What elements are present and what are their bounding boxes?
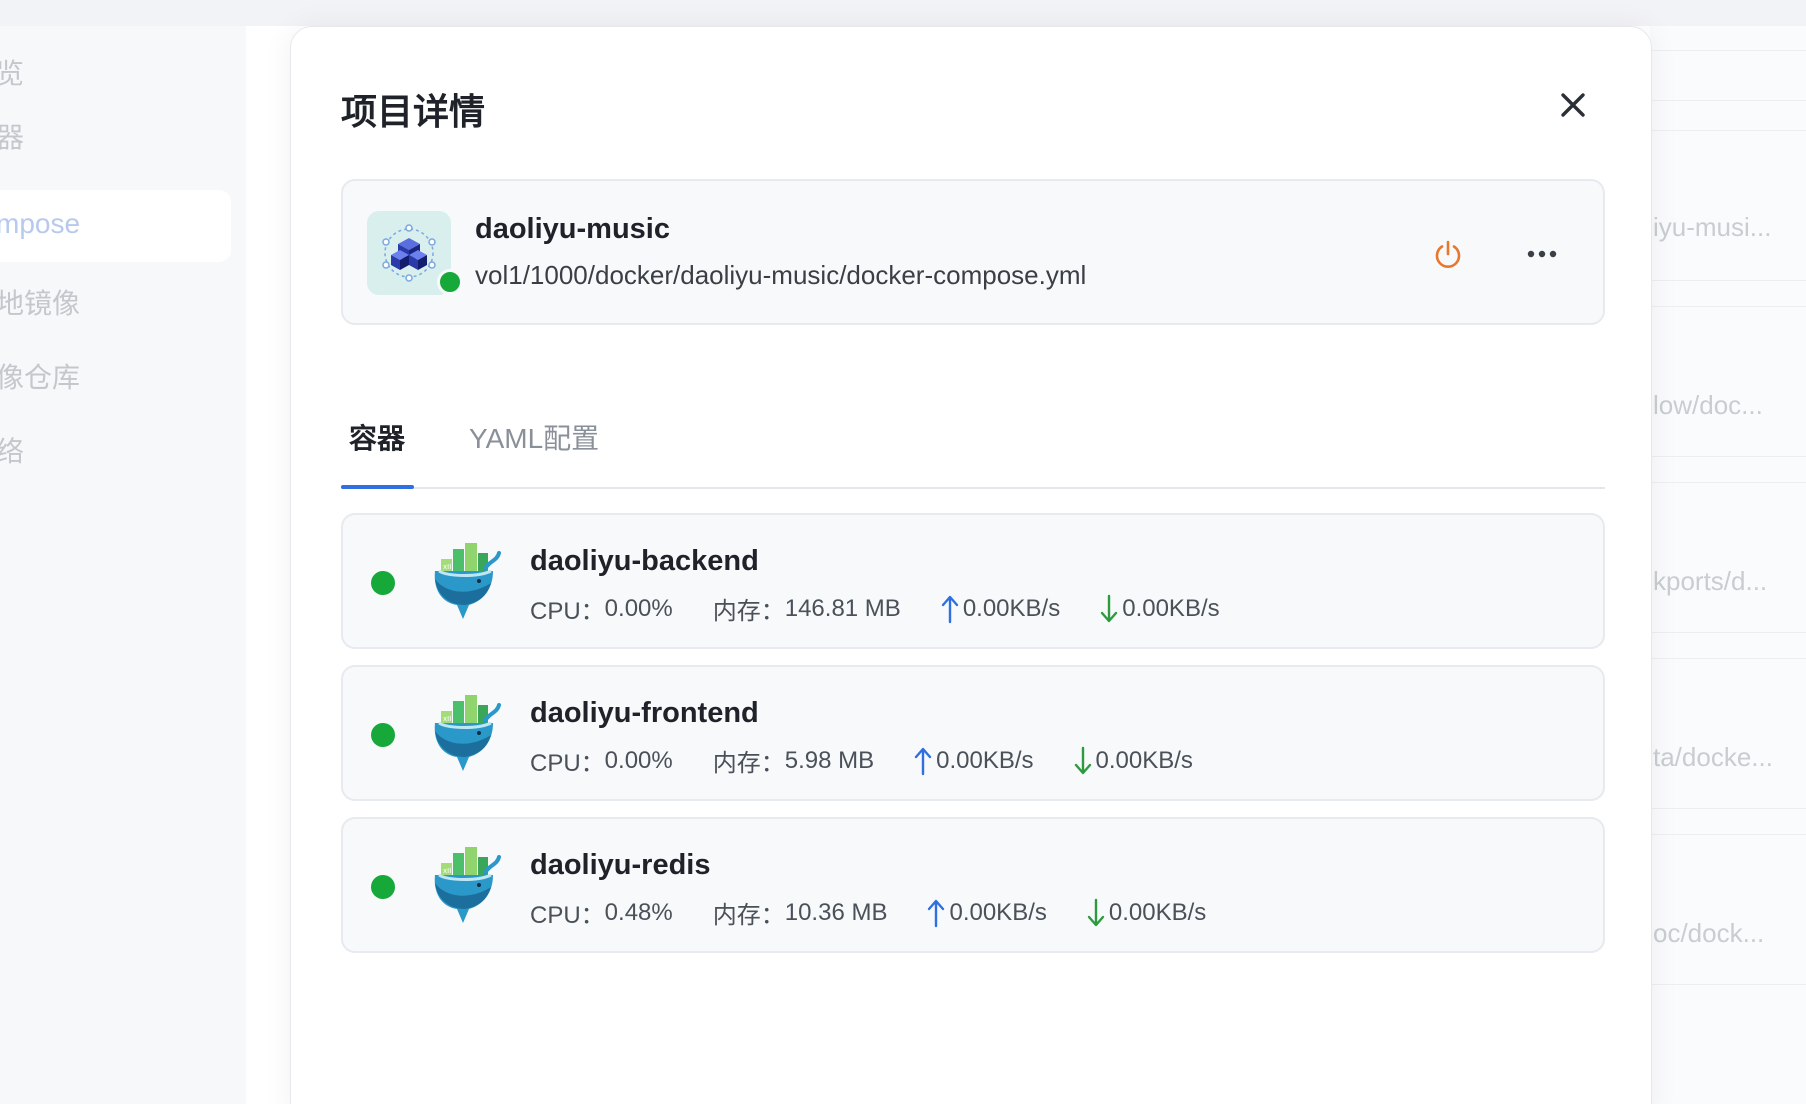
project-summary-card: daoliyu-music vol1/1000/docker/daoliyu-m…	[341, 179, 1605, 325]
cpu-label: CPU：	[530, 750, 605, 777]
upload-speed: 0.00KB/s	[936, 746, 1034, 774]
memory-value: 5.98 MB	[784, 746, 875, 774]
memory-label: 内存：	[712, 598, 785, 625]
background-list-item[interactable]: iyu-musi...	[1653, 212, 1771, 243]
svg-text:xII: xII	[443, 715, 451, 723]
background-row-divider	[1650, 808, 1806, 809]
background-row-divider	[1650, 482, 1806, 483]
power-button[interactable]	[1429, 235, 1467, 273]
active-tab-indicator	[341, 485, 414, 489]
background-row-divider	[1650, 632, 1806, 633]
memory-value: 10.36 MB	[784, 898, 888, 926]
download-speed: 0.00KB/s	[1095, 746, 1193, 774]
container-whale-icon: xII	[434, 543, 501, 619]
container-row[interactable]: xII daoliyu-frontend CPU： 0.00% 内存： 5.98…	[341, 665, 1605, 801]
background-row-divider	[1650, 130, 1806, 131]
cpu-label: CPU：	[530, 902, 605, 929]
upload-arrow-icon	[914, 746, 932, 776]
container-status-indicator	[371, 723, 395, 747]
close-icon	[1561, 93, 1585, 117]
cpu-value: 0.48%	[604, 898, 673, 926]
upload-arrow-icon	[927, 898, 945, 928]
container-name: daoliyu-frontend	[530, 697, 759, 729]
upload-speed: 0.00KB/s	[949, 898, 1047, 926]
tab-yaml-config[interactable]: YAML配置	[469, 417, 599, 457]
sidebar-item-network[interactable]: 络	[0, 430, 24, 470]
more-horizontal-icon	[1527, 250, 1557, 258]
background-list-item[interactable]: oc/dock...	[1653, 918, 1764, 949]
background-row-divider	[1650, 280, 1806, 281]
background-row-divider	[1650, 456, 1806, 457]
container-name: daoliyu-redis	[530, 849, 711, 881]
sidebar-item-compose[interactable]: mpose	[0, 208, 80, 240]
download-arrow-icon	[1074, 746, 1092, 776]
download-arrow-icon	[1087, 898, 1105, 928]
container-name: daoliyu-backend	[530, 545, 759, 577]
download-arrow-icon	[1100, 594, 1118, 624]
background-row-divider	[1650, 834, 1806, 835]
tab-bar: 容器 YAML配置	[341, 387, 1605, 489]
svg-text:xII: xII	[443, 563, 451, 571]
background-row-divider	[1650, 50, 1806, 51]
project-details-modal: 项目详情 daoliyu-music vol1/1000/docker/daol…	[290, 26, 1652, 1104]
background-row-divider	[1650, 658, 1806, 659]
container-row[interactable]: xII daoliyu-backend CPU： 0.00% 内存： 146.8…	[341, 513, 1605, 649]
background-row-divider	[1650, 984, 1806, 985]
cpu-label: CPU：	[530, 598, 605, 625]
power-icon	[1435, 240, 1461, 268]
top-bar	[0, 0, 1806, 26]
download-speed: 0.00KB/s	[1108, 898, 1207, 926]
memory-value: 146.81 MB	[784, 594, 901, 622]
background-list-item[interactable]: kports/d...	[1653, 566, 1767, 597]
sidebar	[0, 26, 246, 1104]
svg-text:xII: xII	[443, 867, 451, 875]
container-status-indicator	[371, 875, 395, 899]
more-actions-button[interactable]	[1523, 235, 1561, 273]
tab-containers[interactable]: 容器	[349, 417, 405, 457]
upload-speed: 0.00KB/s	[962, 594, 1061, 622]
upload-arrow-icon	[941, 594, 959, 624]
tab-label: YAML配置	[469, 423, 600, 454]
container-stats: CPU： 0.00% 内存： 146.81 MB 0.00KB/s 0.00KB…	[530, 591, 1220, 626]
cpu-value: 0.00%	[604, 746, 673, 774]
container-stats: CPU： 0.00% 内存： 5.98 MB 0.00KB/s 0.00KB/s	[530, 743, 1193, 778]
container-whale-icon: xII	[434, 695, 501, 771]
tab-label: 容器	[349, 423, 406, 454]
container-row[interactable]: xII daoliyu-redis CPU： 0.48% 内存： 10.36 M…	[341, 817, 1605, 953]
sidebar-item-containers[interactable]: 器	[0, 116, 24, 156]
background-list-item[interactable]: ta/docke...	[1653, 742, 1773, 773]
project-name: daoliyu-music	[475, 213, 670, 245]
download-speed: 0.00KB/s	[1122, 594, 1220, 622]
project-status-indicator	[437, 269, 463, 295]
sidebar-item-overview[interactable]: 览	[0, 52, 24, 92]
background-list-item[interactable]: low/doc...	[1653, 390, 1763, 421]
background-row-divider	[1650, 100, 1806, 101]
background-row-divider	[1650, 306, 1806, 307]
modal-title: 项目详情	[341, 91, 486, 132]
memory-label: 内存：	[712, 750, 785, 777]
container-whale-icon: xII	[434, 847, 501, 923]
sidebar-item-image-registry[interactable]: 像仓库	[0, 356, 80, 396]
container-stats: CPU： 0.48% 内存： 10.36 MB 0.00KB/s 0.00KB/…	[530, 895, 1206, 930]
sidebar-item-local-images[interactable]: 地镜像	[0, 282, 80, 322]
memory-label: 内存：	[712, 902, 785, 929]
container-status-indicator	[371, 571, 395, 595]
project-path: vol1/1000/docker/daoliyu-music/docker-co…	[475, 260, 1087, 290]
close-button[interactable]	[1553, 85, 1593, 125]
cpu-value: 0.00%	[604, 594, 673, 622]
